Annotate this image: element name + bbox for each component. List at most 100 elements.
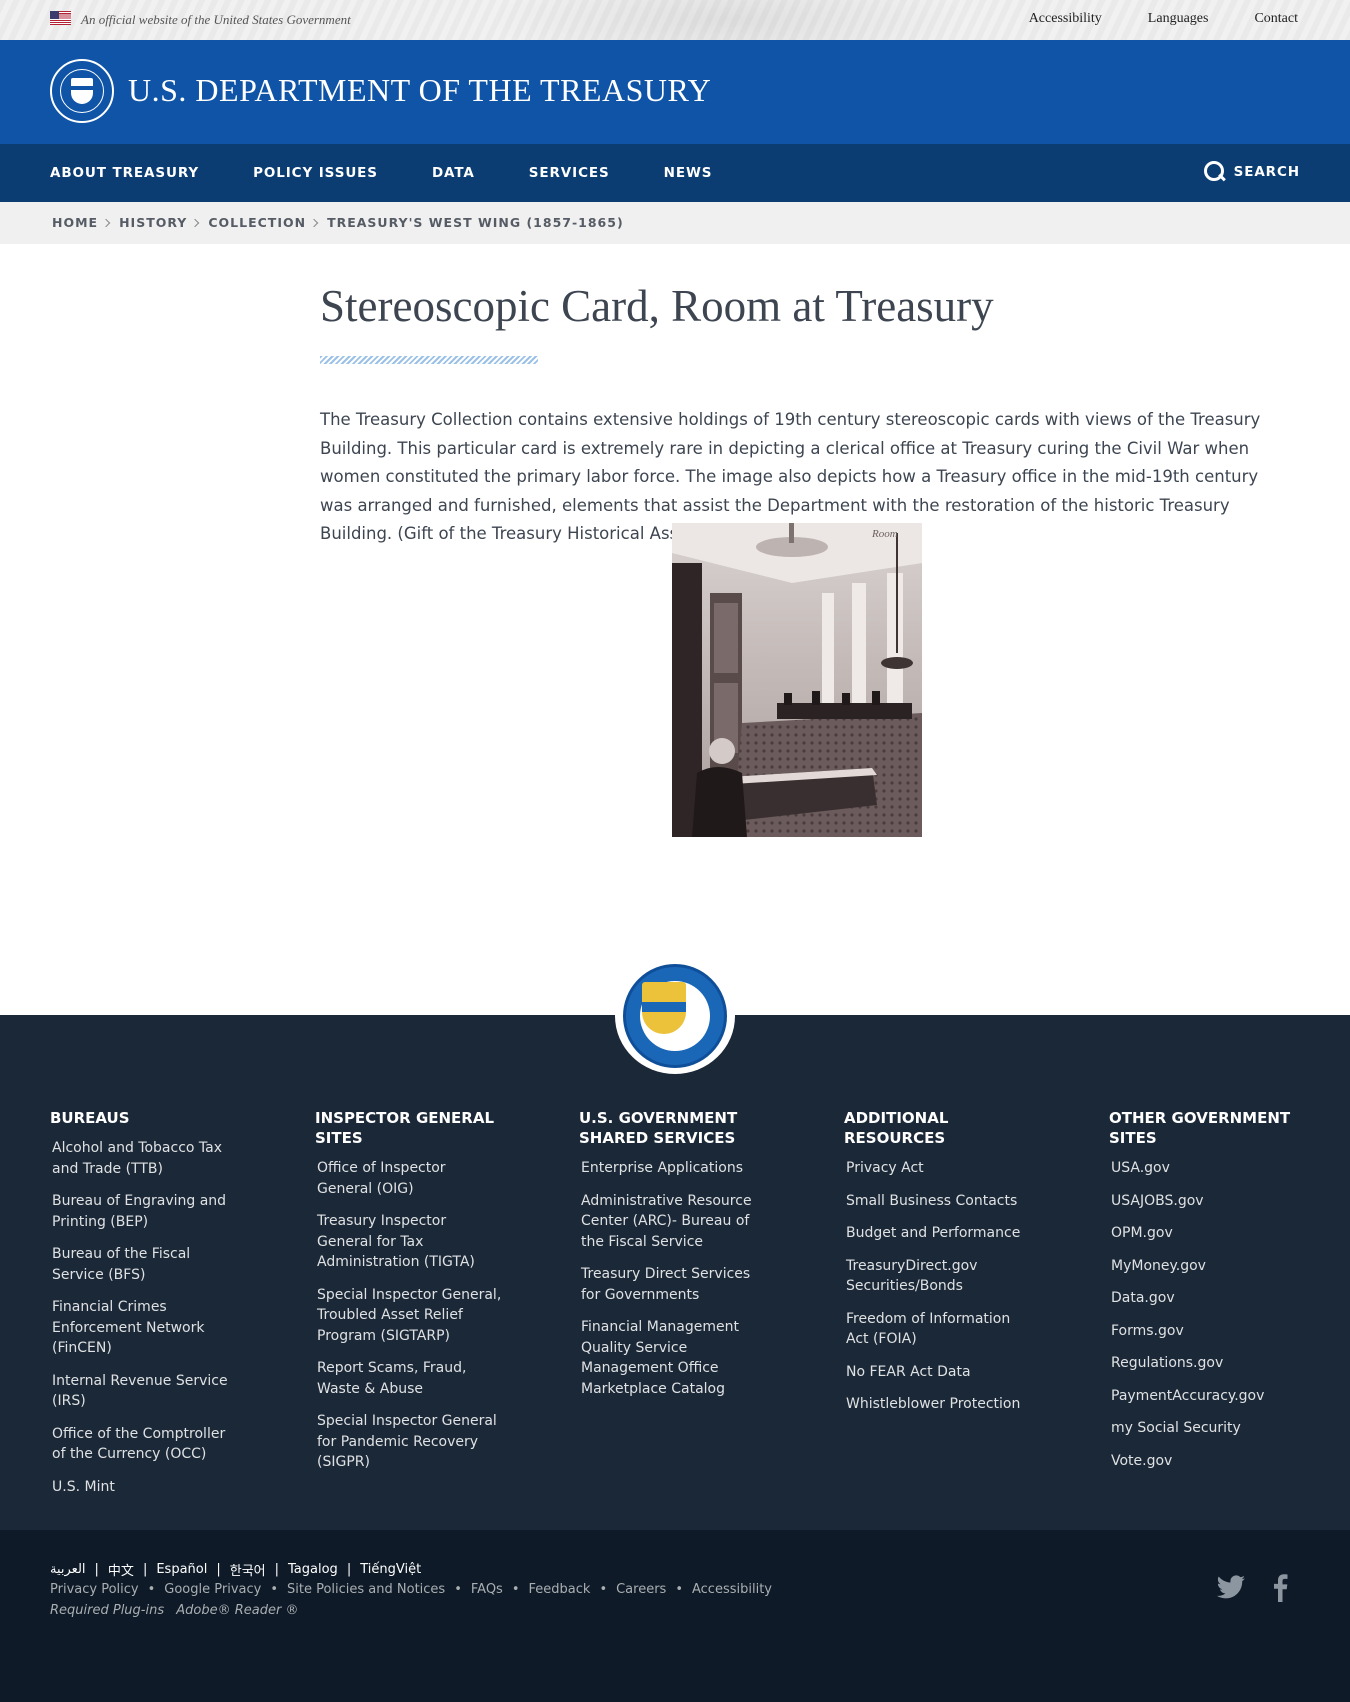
page-title: Stereoscopic Card, Room at Treasury <box>320 281 994 331</box>
social-links <box>1216 1574 1288 1602</box>
required-plugins: Required Plug-ins Adobe® Reader ® <box>50 1603 298 1618</box>
breadcrumb: HOME HISTORY COLLECTION TREASURY'S WEST … <box>0 202 1350 244</box>
footer-link[interactable]: Data.gov <box>1111 1288 1299 1309</box>
language-link-tagalog[interactable]: Tagalog <box>288 1562 338 1577</box>
footer-accessibility-link[interactable]: Accessibility <box>692 1582 772 1597</box>
footer-link[interactable]: Report Scams, Fraud, Waste & Abuse <box>317 1358 505 1399</box>
twitter-icon[interactable] <box>1216 1575 1246 1601</box>
footer-link[interactable]: Administrative Resource Center (ARC)- Bu… <box>581 1191 769 1253</box>
footer-column-additional-resources: ADDITIONAL RESOURCES Privacy Act Small B… <box>844 1108 1034 1427</box>
chevron-right-icon <box>101 218 111 227</box>
footer-column-bureaus: BUREAUS Alcohol and Tobacco Tax and Trad… <box>50 1108 240 1509</box>
footer-link[interactable]: TreasuryDirect.gov Securities/Bonds <box>846 1256 1034 1297</box>
faqs-link[interactable]: FAQs <box>471 1582 503 1597</box>
site-policies-link[interactable]: Site Policies and Notices <box>287 1582 445 1597</box>
language-link-arabic[interactable]: العربية <box>50 1562 86 1577</box>
gov-banner: An official website of the United States… <box>0 0 1350 40</box>
footer-link[interactable]: Financial Crimes Enforcement Network (Fi… <box>52 1297 240 1359</box>
photo-handwriting: Room <box>871 528 898 540</box>
footer-link[interactable]: MyMoney.gov <box>1111 1256 1299 1277</box>
nav-item-data[interactable]: DATA <box>432 165 475 181</box>
footer-link[interactable]: Small Business Contacts <box>846 1191 1034 1212</box>
language-link-chinese[interactable]: 中文 <box>108 1560 134 1579</box>
footer-link[interactable]: Freedom of Information Act (FOIA) <box>846 1309 1034 1350</box>
breadcrumb-home[interactable]: HOME <box>52 215 98 230</box>
footer-link[interactable]: Office of the Comptroller of the Currenc… <box>52 1424 240 1465</box>
us-flag-icon <box>50 11 71 25</box>
languages-link[interactable]: Languages <box>1148 11 1209 27</box>
careers-link[interactable]: Careers <box>616 1582 666 1597</box>
footer-treasury-seal: 1789 <box>615 958 735 1074</box>
footer-link[interactable]: Bureau of Engraving and Printing (BEP) <box>52 1191 240 1232</box>
nav-item-news[interactable]: NEWS <box>664 165 713 181</box>
language-link-spanish[interactable]: Español <box>156 1562 207 1577</box>
main-nav: ABOUT TREASURY POLICY ISSUES DATA SERVIC… <box>0 144 1350 202</box>
banner-watermark <box>470 0 990 40</box>
footer-link[interactable]: U.S. Mint <box>52 1477 240 1498</box>
footer-link[interactable]: Treasury Inspector General for Tax Admin… <box>317 1211 505 1273</box>
footer-link[interactable]: Vote.gov <box>1111 1451 1299 1472</box>
footer-link[interactable]: Regulations.gov <box>1111 1353 1299 1374</box>
footer-link[interactable]: Budget and Performance <box>846 1223 1034 1244</box>
footer-link[interactable]: Enterprise Applications <box>581 1158 769 1179</box>
title-underline <box>320 356 538 364</box>
footer-link[interactable]: Financial Management Quality Service Man… <box>581 1317 769 1399</box>
footer-heading: INSPECTOR GENERAL SITES <box>315 1109 495 1147</box>
footer-link[interactable]: Bureau of the Fiscal Service (BFS) <box>52 1244 240 1285</box>
footer-column-other-government-sites: OTHER GOVERNMENT SITES USA.gov USAJOBS.g… <box>1109 1108 1299 1483</box>
breadcrumb-history[interactable]: HISTORY <box>119 215 187 230</box>
site-header: U.S. DEPARTMENT OF THE TREASURY <box>0 40 1350 144</box>
footer-link[interactable]: Forms.gov <box>1111 1321 1299 1342</box>
footer-link[interactable]: Whistleblower Protection <box>846 1394 1034 1415</box>
nav-item-policy-issues[interactable]: POLICY ISSUES <box>253 165 378 181</box>
footer-link[interactable]: Internal Revenue Service (IRS) <box>52 1371 240 1412</box>
subfooter: العربية | 中文 | Español | 한국어 | Tagalog | Tiến… <box>0 1530 1350 1702</box>
policy-links: Privacy Policy • Google Privacy • Site Pol… <box>50 1582 772 1597</box>
footer-link[interactable]: Special Inspector General, Troubled Asse… <box>317 1285 505 1347</box>
search-button[interactable]: SEARCH <box>1203 161 1300 183</box>
feedback-link[interactable]: Feedback <box>529 1582 591 1597</box>
official-site-text: An official website of the United States… <box>81 12 351 27</box>
language-link-vietnamese[interactable]: TiếngViệt <box>360 1562 421 1577</box>
treasury-seal-logo[interactable] <box>50 59 114 123</box>
main-content: Stereoscopic Card, Room at Treasury The … <box>320 280 1280 837</box>
site-footer: BUREAUS Alcohol and Tobacco Tax and Trad… <box>0 1015 1350 1530</box>
facebook-icon[interactable] <box>1272 1574 1288 1602</box>
seal-year: 1789 <box>666 1040 684 1050</box>
footer-link[interactable]: my Social Security <box>1111 1418 1299 1439</box>
footer-link[interactable]: No FEAR Act Data <box>846 1362 1034 1383</box>
search-label: SEARCH <box>1233 164 1300 180</box>
footer-link[interactable]: PaymentAccuracy.gov <box>1111 1386 1299 1407</box>
google-privacy-link[interactable]: Google Privacy <box>164 1582 261 1597</box>
footer-link[interactable]: Alcohol and Tobacco Tax and Trade (TTB) <box>52 1138 240 1179</box>
footer-heading: ADDITIONAL RESOURCES <box>844 1109 949 1147</box>
language-links: العربية | 中文 | Español | 한국어 | Tagalog | Tiến… <box>50 1560 422 1579</box>
footer-heading: OTHER GOVERNMENT SITES <box>1109 1109 1291 1147</box>
breadcrumb-current: TREASURY'S WEST WING (1857-1865) <box>327 215 624 230</box>
chevron-right-icon <box>309 218 319 227</box>
utility-links: Accessibility Languages Contact <box>1029 11 1298 27</box>
privacy-policy-link[interactable]: Privacy Policy <box>50 1582 139 1597</box>
footer-heading: U.S. GOVERNMENT SHARED SERVICES <box>579 1109 738 1147</box>
footer-link[interactable]: Privacy Act <box>846 1158 1034 1179</box>
adobe-reader-link[interactable]: Adobe® Reader ® <box>176 1603 298 1618</box>
plugins-label: Required Plug-ins <box>50 1603 165 1618</box>
nav-item-services[interactable]: SERVICES <box>529 165 610 181</box>
nav-item-about-treasury[interactable]: ABOUT TREASURY <box>50 165 199 181</box>
footer-link[interactable]: USA.gov <box>1111 1158 1299 1179</box>
stereoscopic-card-photo: Room <box>672 523 922 837</box>
footer-column-shared-services: U.S. GOVERNMENT SHARED SERVICES Enterpri… <box>579 1108 769 1411</box>
footer-link[interactable]: OPM.gov <box>1111 1223 1299 1244</box>
footer-link[interactable]: Special Inspector General for Pandemic R… <box>317 1411 505 1473</box>
accessibility-link[interactable]: Accessibility <box>1029 11 1102 27</box>
breadcrumb-collection[interactable]: COLLECTION <box>208 215 306 230</box>
footer-link[interactable]: Office of Inspector General (OIG) <box>317 1158 505 1199</box>
footer-link[interactable]: USAJOBS.gov <box>1111 1191 1299 1212</box>
contact-link[interactable]: Contact <box>1254 11 1298 27</box>
footer-column-inspector-general: INSPECTOR GENERAL SITES Office of Inspec… <box>315 1108 505 1485</box>
search-icon <box>1203 161 1226 183</box>
chevron-right-icon <box>191 218 200 227</box>
site-title[interactable]: U.S. DEPARTMENT OF THE TREASURY <box>128 72 711 109</box>
footer-link[interactable]: Treasury Direct Services for Governments <box>581 1264 769 1305</box>
language-link-korean[interactable]: 한국어 <box>230 1560 266 1579</box>
